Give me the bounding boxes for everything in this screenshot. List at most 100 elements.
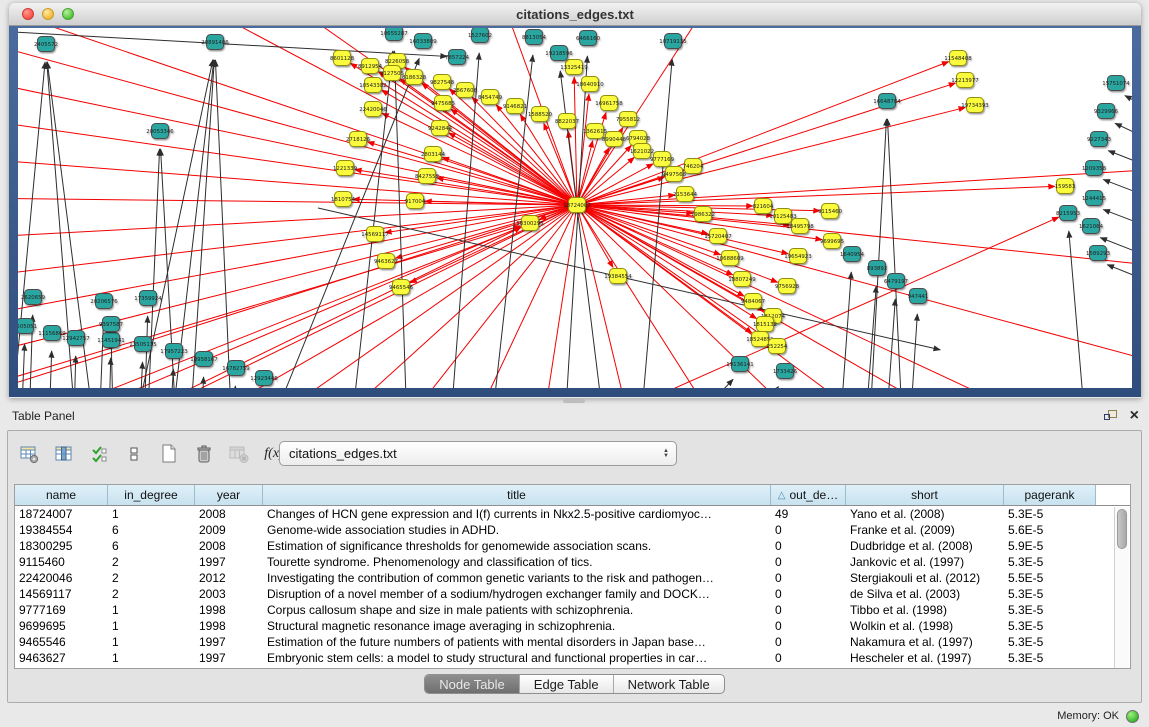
graph-node[interactable]: 16033809 [409, 34, 437, 49]
table-cell[interactable]: 2 [108, 587, 195, 601]
graph-node[interactable]: 2620659 [21, 290, 46, 305]
table-cell[interactable]: 2008 [195, 507, 263, 521]
graph-node[interactable]: 11548408 [944, 51, 972, 66]
table-cell[interactable]: 49 [771, 507, 846, 521]
graph-node[interactable]: 746204 [683, 159, 704, 174]
graph-node[interactable]: 18300295 [516, 216, 543, 231]
graph-node[interactable]: 7986322 [691, 207, 715, 222]
graph-node[interactable]: 17359924 [134, 291, 162, 306]
graph-node[interactable]: 1244415 [1082, 191, 1106, 206]
graph-node[interactable]: 893892 [867, 261, 888, 276]
table-cell[interactable]: 0 [771, 571, 846, 585]
tab-network-table[interactable]: Network Table [614, 675, 724, 693]
table-cell[interactable]: 9777169 [15, 603, 108, 617]
graph-node[interactable]: 10719135 [659, 34, 686, 49]
table-cell[interactable]: 0 [771, 635, 846, 649]
graph-node[interactable]: 13505135 [129, 337, 156, 352]
graph-node[interactable]: 16648784 [873, 94, 901, 109]
column-edit-icon[interactable] [51, 441, 77, 467]
table-cell[interactable]: 5.3E-5 [1004, 555, 1096, 569]
select-columns-icon[interactable] [86, 441, 112, 467]
table-cell[interactable]: Tourette syndrome. Phenomenology and cla… [263, 555, 771, 569]
table-cell[interactable]: 14569117 [15, 587, 108, 601]
table-cell[interactable]: Estimation of the future numbers of pati… [263, 635, 771, 649]
graph-node[interactable]: 1815132 [753, 317, 777, 332]
citation-graph[interactable]: 1872400786011288912954822605891275058186… [18, 28, 1132, 388]
graph-node[interactable]: 19384554 [604, 269, 632, 284]
table-cell[interactable]: Dudbridge et al. (2008) [846, 539, 1004, 553]
table-cell[interactable]: Franke et al. (2009) [846, 523, 1004, 537]
graph-node[interactable]: 12213977 [951, 73, 978, 88]
table-cell[interactable]: 5.5E-5 [1004, 571, 1096, 585]
graph-node[interactable]: 8912954 [358, 59, 383, 74]
table-cell[interactable]: 5.9E-5 [1004, 539, 1096, 553]
window-titlebar[interactable]: citations_edges.txt [9, 3, 1141, 26]
table-cell[interactable]: 9115460 [15, 555, 108, 569]
table-cell[interactable]: Genome-wide association studies in ADHD. [263, 523, 771, 537]
table-cell[interactable]: 5.6E-5 [1004, 523, 1096, 537]
new-table-icon[interactable] [156, 441, 182, 467]
table-cell[interactable]: 18300295 [15, 539, 108, 553]
graph-node[interactable]: 1588520 [528, 107, 553, 122]
graph-node[interactable]: 1621064 [1079, 219, 1104, 234]
graph-node[interactable]: 917004 [405, 194, 426, 209]
graph-node[interactable]: 8813054 [522, 30, 547, 45]
table-cell[interactable]: 5.3E-5 [1004, 619, 1096, 633]
column-header-title[interactable]: title [263, 485, 771, 505]
table-cell[interactable]: 9699695 [15, 619, 108, 633]
zoom-window-icon[interactable] [62, 8, 74, 20]
graph-node[interactable]: 9127505 [380, 66, 404, 81]
table-cell[interactable]: 5.3E-5 [1004, 587, 1096, 601]
table-row[interactable]: 1456911722003Disruption of a novel membe… [15, 586, 1130, 602]
graph-node[interactable]: 14569117 [361, 227, 388, 242]
table-cell[interactable]: de Silva et al. (2003) [846, 587, 1004, 601]
graph-node[interactable]: 20891406 [201, 35, 229, 50]
graph-node[interactable]: 10655287 [380, 28, 407, 41]
graph-node[interactable]: 8215953 [1056, 206, 1080, 221]
table-cell[interactable]: Disruption of a novel member of a sodium… [263, 587, 771, 601]
vertical-scrollbar[interactable] [1114, 507, 1129, 669]
table-cell[interactable]: 5.3E-5 [1004, 651, 1096, 665]
table-cell[interactable]: Structural magnetic resonance image aver… [263, 619, 771, 633]
table-cell[interactable]: 1997 [195, 555, 263, 569]
graph-node[interactable]: 9115460 [818, 204, 843, 219]
table-cell[interactable]: 6 [108, 539, 195, 553]
graph-node[interactable]: 821604 [753, 199, 774, 214]
table-row[interactable]: 911546021997Tourette syndrome. Phenomeno… [15, 554, 1130, 570]
graph-node[interactable]: 7955812 [616, 112, 640, 127]
graph-node[interactable]: 17957223 [160, 344, 187, 359]
graph-node[interactable]: 8505051 [18, 319, 37, 334]
graph-node[interactable]: 9777169 [650, 152, 675, 167]
table-cell[interactable]: 5.3E-5 [1004, 507, 1096, 521]
graph-node[interactable]: 9463627 [374, 254, 398, 269]
close-window-icon[interactable] [22, 8, 34, 20]
graph-node[interactable]: 13325419 [560, 60, 588, 75]
graph-node[interactable]: 15751074 [1102, 76, 1130, 91]
column-header-indegree[interactable]: in_degree [108, 485, 195, 505]
table-cell[interactable]: 2003 [195, 587, 263, 601]
network-canvas[interactable]: 1872400786011288912954822605891275058186… [18, 28, 1132, 388]
graph-node[interactable]: 9475685 [431, 96, 455, 111]
table-cell[interactable]: 6 [108, 523, 195, 537]
scrollbar-thumb[interactable] [1117, 509, 1127, 549]
table-cell[interactable]: 2 [108, 555, 195, 569]
table-cell[interactable]: Jankovic et al. (1997) [846, 555, 1004, 569]
table-settings-icon[interactable] [16, 441, 42, 467]
float-panel-icon[interactable] [1104, 410, 1118, 423]
table-row[interactable]: 946362711997Embryonic stem cells: a mode… [15, 650, 1130, 666]
table-cell[interactable]: Changes of HCN gene expression and I(f) … [263, 507, 771, 521]
graph-node[interactable]: 16782759 [222, 361, 250, 376]
graph-node[interactable]: 947441 [908, 289, 929, 304]
table-row[interactable]: 946554611997Estimation of the future num… [15, 634, 1130, 650]
column-header-year[interactable]: year [195, 485, 263, 505]
table-cell[interactable]: 2012 [195, 571, 263, 585]
graph-node[interactable]: 6479197 [884, 274, 908, 289]
table-cell[interactable]: 1 [108, 507, 195, 521]
column-header-short[interactable]: short [846, 485, 1004, 505]
graph-node[interactable]: 1589293 [1086, 246, 1110, 261]
graph-node[interactable]: 10688609 [716, 251, 744, 266]
table-cell[interactable]: 2 [108, 571, 195, 585]
table-cell[interactable]: 9463627 [15, 651, 108, 665]
graph-node[interactable]: 9397587 [99, 317, 123, 332]
table-cell[interactable]: 18724007 [15, 507, 108, 521]
